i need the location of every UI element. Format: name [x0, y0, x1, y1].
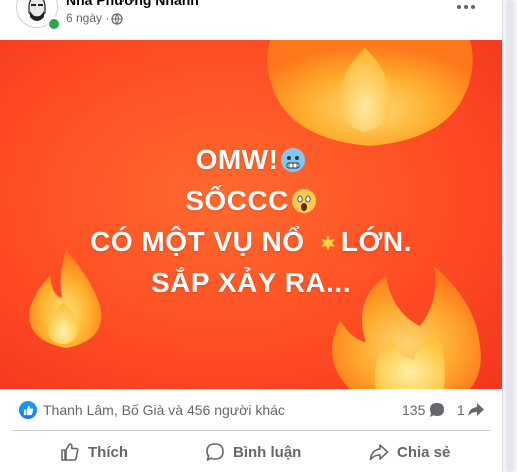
text-omw: OMW! [195, 144, 279, 175]
like-reaction-icon[interactable] [19, 401, 37, 419]
like-button[interactable]: Thích [60, 434, 128, 470]
dot-icon [464, 5, 468, 9]
comment-count[interactable]: 135 [402, 402, 425, 418]
comment-label: Bình luận [233, 443, 302, 461]
text-soccc: SỐCCC [185, 185, 289, 216]
globe-icon[interactable] [111, 13, 123, 25]
scrollbar-thumb[interactable] [506, 0, 514, 472]
thumbs-up-icon [61, 443, 79, 461]
post-text-line-1: OMW! [0, 141, 502, 182]
author-name[interactable]: Nhà Phương Nhanh [66, 0, 199, 8]
share-icon [369, 444, 389, 461]
collision-emoji [315, 227, 341, 264]
post-text-line-2: SỐCCC [0, 182, 502, 223]
time-separator: · [105, 11, 110, 25]
screaming-face-emoji [291, 186, 317, 223]
post-text-block: OMW! SỐCCC CÓ MỘT VỤ NỔ LỚN. SẮP XẢY RA.… [0, 141, 502, 301]
post-text-line-3: CÓ MỘT VỤ NỔ LỚN. [0, 223, 502, 264]
post-image[interactable]: OMW! SỐCCC CÓ MỘT VỤ NỔ LỚN. SẮP XẢY RA.… [0, 40, 502, 389]
share-label: Chia sẻ [397, 443, 451, 461]
text-co-mot-vu-no: CÓ MỘT VỤ NỔ [90, 226, 305, 257]
flame-top-right [267, 40, 473, 146]
reactions-row: Thanh Lâm, Bố Già và 456 người khác 135 … [0, 389, 502, 432]
like-label: Thích [88, 443, 128, 461]
share-count[interactable]: 1 [457, 402, 465, 418]
divider [12, 430, 490, 431]
dot-icon [471, 5, 475, 9]
comment-icon [206, 443, 224, 461]
action-bar: Thích Bình luận Chia sẻ [0, 432, 502, 472]
online-status-dot [47, 17, 61, 31]
share-arrow-icon[interactable] [467, 402, 485, 418]
reactors-summary[interactable]: Thanh Lâm, Bố Già và 456 người khác [43, 402, 285, 418]
more-options-button[interactable] [451, 0, 481, 14]
post-time[interactable]: 6 ngày [66, 11, 102, 25]
post-card: Nhà Phương Nhanh 6 ngày · OMW! SỐCCC CÓ … [0, 0, 503, 472]
dot-icon [457, 5, 461, 9]
cold-face-emoji [280, 145, 306, 182]
share-button[interactable]: Chia sẻ [369, 434, 450, 470]
comment-button[interactable]: Bình luận [205, 434, 301, 470]
text-lon: LỚN. [340, 226, 412, 257]
post-header: Nhà Phương Nhanh 6 ngày · [0, 0, 502, 40]
post-text-line-4: SẮP XẢY RA... [151, 267, 351, 298]
comment-bubble-icon[interactable] [428, 401, 446, 419]
